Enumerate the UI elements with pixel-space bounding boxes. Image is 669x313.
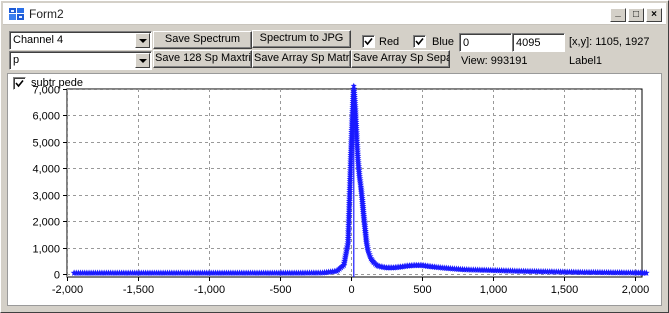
save-array-matrix-button[interactable]: Save Array Sp Matrix	[252, 50, 351, 68]
checkmark-icon	[15, 79, 24, 88]
x-tick-label: -1,500	[123, 284, 154, 296]
y-tick-label: 3,000	[32, 191, 60, 203]
y-tick-label: 2,000	[32, 217, 60, 229]
filter-select-value: p	[13, 54, 20, 66]
xy-readout: [x,y]: 1105, 1927	[569, 36, 650, 48]
spectrum-to-jpg-button[interactable]: Spectrum to JPG	[252, 30, 351, 48]
x-tick-label: 2,000	[622, 284, 650, 296]
title-bar[interactable]: Form2 _ □ ×	[3, 3, 666, 25]
chevron-down-icon[interactable]	[135, 33, 150, 48]
x-tick-label: 1,500	[551, 284, 579, 296]
spectrum-chart: -2,000 -1,500 -1,000 -500 0 500 1,000 1,500 2,00…	[7, 73, 662, 306]
blue-checkbox-label: Blue	[432, 36, 455, 48]
y-tick-label: 0	[54, 270, 60, 282]
chevron-down-icon[interactable]	[135, 53, 150, 68]
checkmark-icon	[415, 37, 424, 46]
close-icon: ×	[651, 9, 657, 20]
range-min-field[interactable]	[459, 33, 512, 52]
x-tick-label: -2,000	[52, 284, 83, 296]
range-max-field[interactable]	[512, 33, 565, 52]
save-array-sepa-button[interactable]: Save Array Sp Sepa	[351, 50, 450, 68]
red-checkbox-label: Red	[379, 36, 400, 48]
save-128-matrix-button[interactable]: Save 128 Sp Maxtrix	[153, 50, 252, 68]
label1: Label1	[569, 55, 603, 67]
minimize-button[interactable]: _	[610, 8, 626, 22]
channel-select-value: Channel 4	[13, 34, 64, 46]
range-max-input[interactable]	[513, 34, 564, 51]
window-title: Form2	[29, 7, 64, 21]
x-tick-label: 1,000	[480, 284, 508, 296]
maximize-button[interactable]: □	[628, 8, 644, 22]
y-tick-label: 1,000	[32, 244, 60, 256]
blue-checkbox[interactable]	[413, 35, 426, 48]
y-tick-label: 5,000	[32, 138, 60, 150]
save-spectrum-button[interactable]: Save Spectrum	[153, 31, 252, 49]
subtr-pede-label: subtr pede	[31, 77, 83, 89]
range-min-input[interactable]	[460, 34, 511, 51]
x-tick-label: -1,000	[194, 284, 225, 296]
view-readout: View: 993191	[461, 55, 528, 67]
close-button[interactable]: ×	[646, 8, 662, 22]
channel-select[interactable]: Channel 4	[9, 31, 152, 50]
minimize-icon: _	[615, 7, 621, 18]
subtr-pede-checkbox[interactable]	[13, 77, 26, 90]
y-tick-label: 6,000	[32, 111, 60, 123]
app-icon	[9, 8, 24, 20]
filter-select[interactable]: p	[9, 51, 152, 70]
x-tick-label: 0	[348, 284, 354, 296]
form2-window: Form2 _ □ × Channel 4 Save Spectrum Spec…	[0, 0, 669, 313]
spectrum-plot: -2,000 -1,500 -1,000 -500 0 500 1,000 1,500 2,00…	[32, 82, 650, 296]
checkmark-icon	[364, 37, 373, 46]
x-tick-label: 500	[413, 284, 431, 296]
y-tick-label: 4,000	[32, 164, 60, 176]
maximize-icon: □	[632, 9, 640, 20]
x-tick-label: -500	[269, 284, 291, 296]
red-checkbox[interactable]	[362, 35, 375, 48]
